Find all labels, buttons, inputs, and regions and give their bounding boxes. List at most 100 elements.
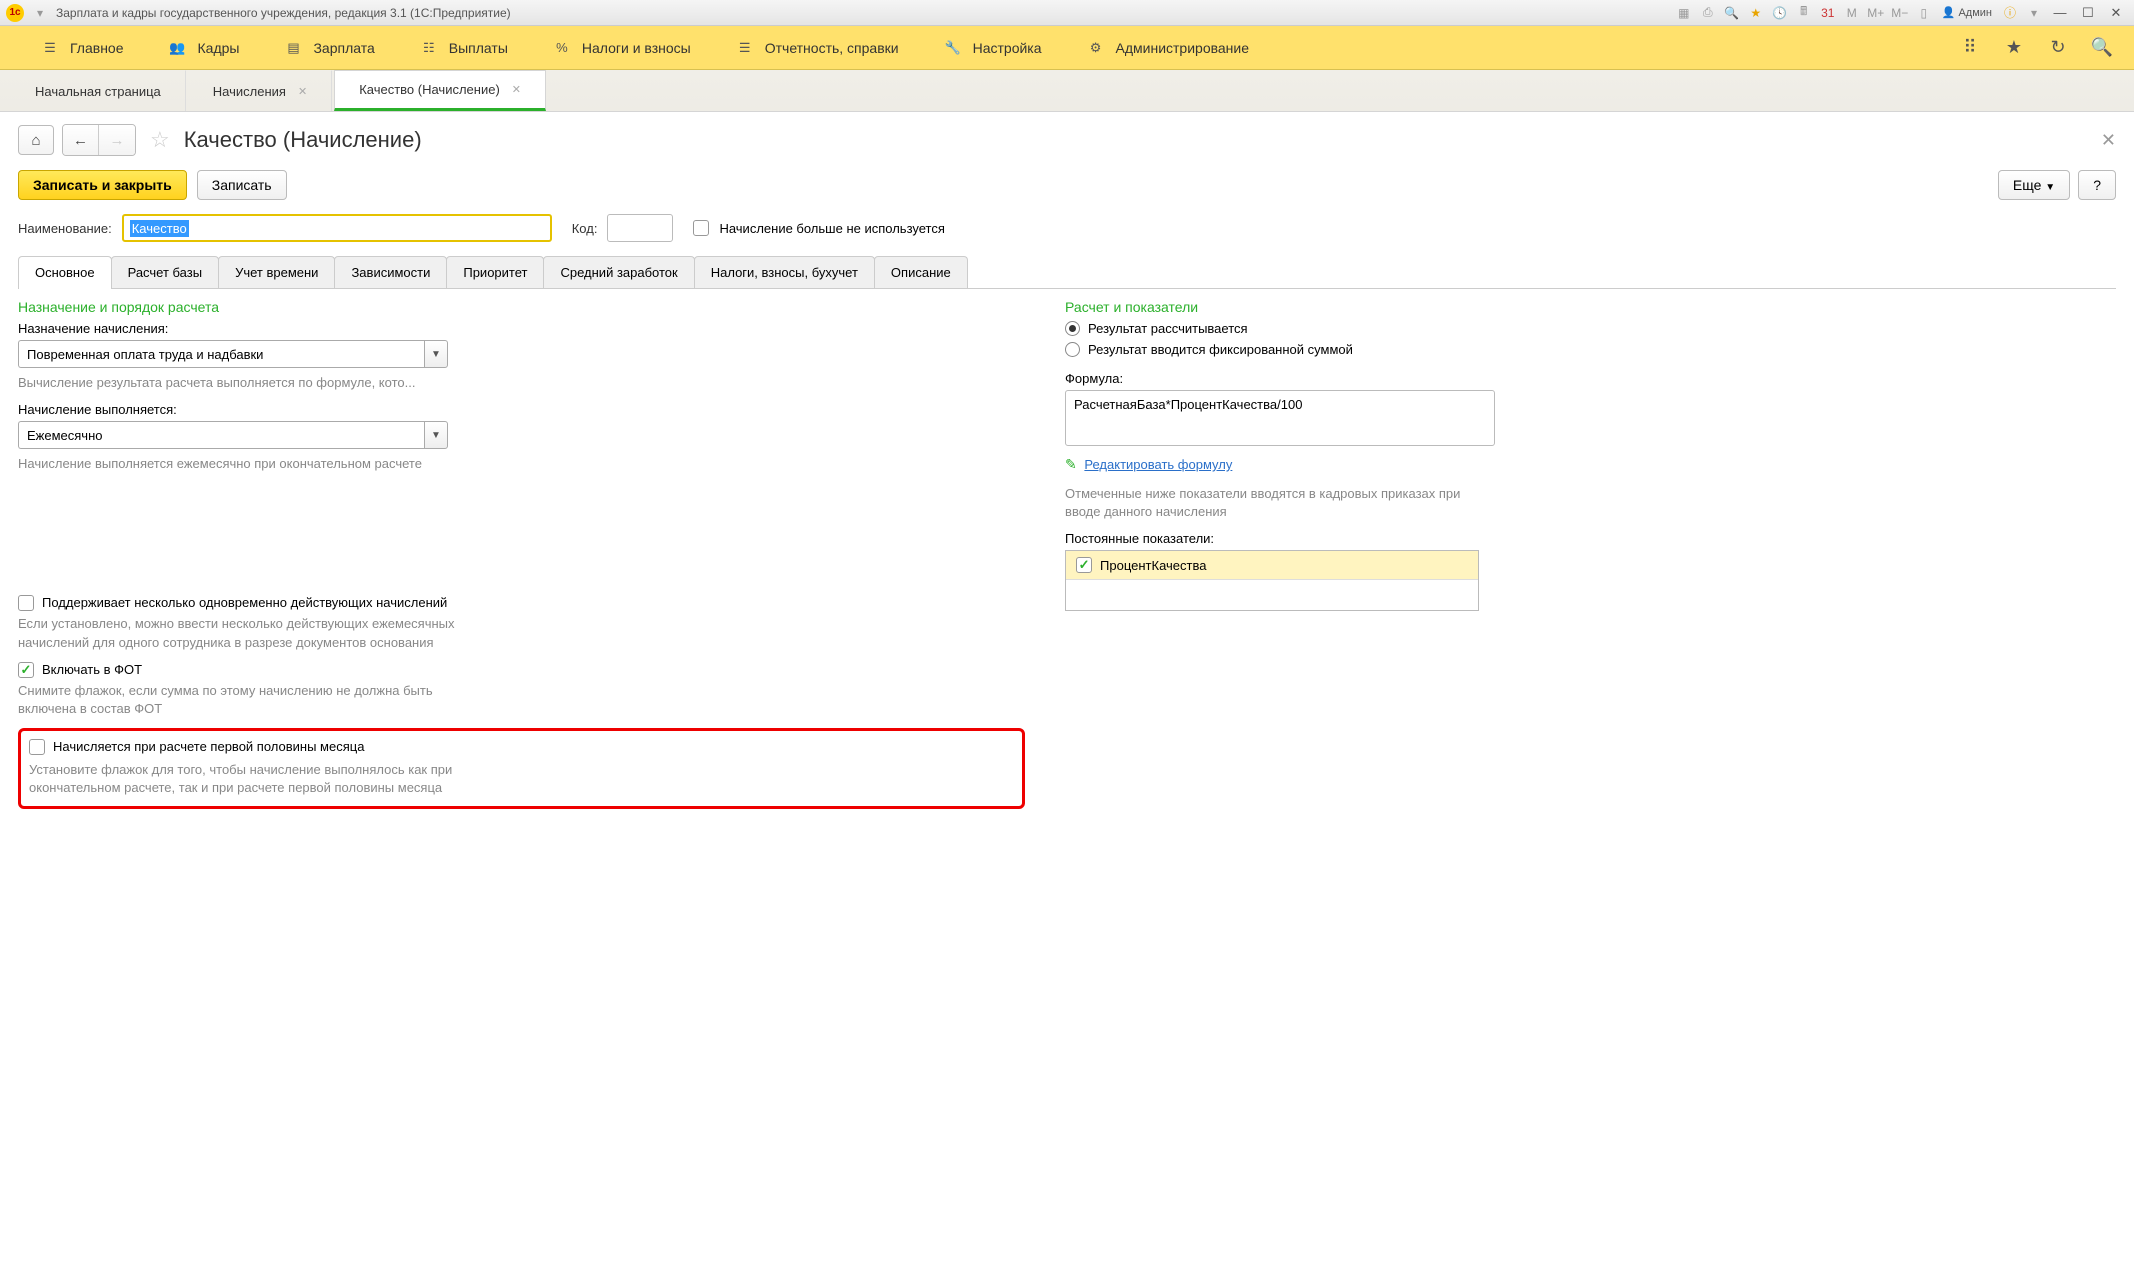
radio-calculated[interactable] bbox=[1065, 321, 1080, 336]
indicator-name: ПроцентКачества bbox=[1100, 558, 1206, 573]
multiple-label: Поддерживает несколько одновременно дейс… bbox=[42, 595, 447, 610]
formula-label: Формула: bbox=[1065, 371, 2072, 386]
maximize-button[interactable]: ☐ bbox=[2076, 3, 2100, 23]
perform-hint: Начисление выполняется ежемесячно при ок… bbox=[18, 455, 1025, 473]
report-icon: ☰ bbox=[735, 38, 755, 58]
app-logo-icon: 1c bbox=[6, 4, 24, 22]
fot-checkbox[interactable] bbox=[18, 662, 34, 678]
favorite-toggle[interactable]: ☆ bbox=[150, 127, 170, 153]
burger-menu[interactable]: ☰Главное bbox=[18, 32, 146, 64]
code-input[interactable] bbox=[607, 214, 673, 242]
tab-quality[interactable]: Качество (Начисление)✕ bbox=[334, 70, 546, 111]
subtab-time[interactable]: Учет времени bbox=[218, 256, 335, 288]
close-page-button[interactable]: ✕ bbox=[2101, 130, 2116, 151]
indicator-checkbox[interactable] bbox=[1076, 557, 1092, 573]
tab-accruals-close[interactable]: ✕ bbox=[298, 85, 307, 98]
info-icon[interactable]: ⓘ bbox=[2000, 4, 2020, 22]
forward-button[interactable]: → bbox=[99, 125, 135, 155]
subtab-avg[interactable]: Средний заработок bbox=[543, 256, 694, 288]
perform-combo[interactable]: ▼ bbox=[18, 421, 448, 449]
fot-label: Включать в ФОТ bbox=[42, 662, 142, 677]
subtab-desc[interactable]: Описание bbox=[874, 256, 968, 288]
subtab-taxes[interactable]: Налоги, взносы, бухучет bbox=[694, 256, 875, 288]
menu-dropdown-icon[interactable]: ▾ bbox=[2024, 4, 2044, 22]
menu-zarplata-label: Зарплата bbox=[313, 40, 374, 56]
favorite-icon[interactable]: ★ bbox=[1746, 4, 1766, 22]
search-icon[interactable]: 🔍 bbox=[2088, 34, 2116, 62]
minimize-button[interactable]: — bbox=[2048, 3, 2072, 23]
pencil-icon: ✎ bbox=[1065, 456, 1077, 472]
money-icon: ☷ bbox=[419, 38, 439, 58]
tab-accruals[interactable]: Начисления✕ bbox=[188, 70, 332, 111]
calendar-icon[interactable]: 31 bbox=[1818, 4, 1838, 22]
name-label: Наименование: bbox=[18, 221, 112, 236]
subtab-base[interactable]: Расчет базы bbox=[111, 256, 220, 288]
purpose-label: Назначение начисления: bbox=[18, 321, 1025, 336]
tb-icon-2[interactable]: ⎙ bbox=[1698, 4, 1718, 22]
m-minus-icon[interactable]: M− bbox=[1890, 4, 1910, 22]
radio-fixed[interactable] bbox=[1065, 342, 1080, 357]
help-button[interactable]: ? bbox=[2078, 170, 2116, 200]
section-purpose-title: Назначение и порядок расчета bbox=[18, 299, 1025, 315]
tb-icon-3[interactable]: 🔍 bbox=[1722, 4, 1742, 22]
tb-icon-1[interactable]: ▦ bbox=[1674, 4, 1694, 22]
app-title: Зарплата и кадры государственного учрежд… bbox=[56, 6, 511, 20]
menu-zarplata[interactable]: ▤Зарплата bbox=[261, 32, 396, 64]
perform-dropdown-icon[interactable]: ▼ bbox=[424, 421, 448, 449]
user-icon: 👤 bbox=[1942, 6, 1956, 19]
close-window-button[interactable]: ✕ bbox=[2104, 3, 2128, 23]
m-plus-icon[interactable]: M+ bbox=[1866, 4, 1886, 22]
purpose-combo[interactable]: ▼ bbox=[18, 340, 448, 368]
firsthalf-label: Начисляется при расчете первой половины … bbox=[53, 739, 364, 754]
menu-nalogi-label: Налоги и взносы bbox=[582, 40, 691, 56]
edit-formula-link[interactable]: Редактировать формулу bbox=[1084, 457, 1232, 472]
page-tabstrip: Начальная страница Начисления✕ Качество … bbox=[0, 70, 2134, 112]
back-button[interactable]: ← bbox=[63, 125, 99, 155]
purpose-input[interactable] bbox=[18, 340, 424, 368]
save-button[interactable]: Записать bbox=[197, 170, 287, 200]
left-column: Назначение и порядок расчета Назначение … bbox=[18, 299, 1025, 809]
menu-otchet-label: Отчетность, справки bbox=[765, 40, 899, 56]
subtab-main[interactable]: Основное bbox=[18, 256, 112, 288]
firsthalf-checkbox[interactable] bbox=[29, 739, 45, 755]
multiple-hint: Если установлено, можно ввести несколько… bbox=[18, 615, 458, 651]
history-icon[interactable]: ↻ bbox=[2044, 34, 2072, 62]
subtab-priority[interactable]: Приоритет bbox=[446, 256, 544, 288]
name-input[interactable]: Качество bbox=[122, 214, 552, 242]
m-icon[interactable]: M bbox=[1842, 4, 1862, 22]
indicator-list: ПроцентКачества bbox=[1065, 550, 1479, 611]
subtab-deps[interactable]: Зависимости bbox=[334, 256, 447, 288]
perform-input[interactable] bbox=[18, 421, 424, 449]
current-user[interactable]: 👤 Админ bbox=[1938, 6, 1996, 19]
formula-box[interactable]: РасчетнаяБаза*ПроцентКачества/100 bbox=[1065, 390, 1495, 446]
menu-otchet[interactable]: ☰ Отчетность, справки bbox=[713, 32, 921, 64]
page-title: Качество (Начисление) bbox=[184, 127, 2093, 153]
menu-nalogi[interactable]: %Налоги и взносы bbox=[530, 32, 713, 64]
panel-icon[interactable]: ▯ bbox=[1914, 4, 1934, 22]
user-name: Админ bbox=[1958, 7, 1992, 19]
menu-kadry[interactable]: 👥Кадры bbox=[146, 32, 262, 64]
unused-checkbox[interactable] bbox=[693, 220, 709, 236]
calc-icon[interactable]: 🖩 bbox=[1794, 4, 1814, 22]
star-icon[interactable]: ★ bbox=[2000, 34, 2028, 62]
indicator-row[interactable]: ПроцентКачества bbox=[1066, 551, 1478, 580]
more-button[interactable]: Еще ▼ bbox=[1998, 170, 2070, 200]
purpose-dropdown-icon[interactable]: ▼ bbox=[424, 340, 448, 368]
multiple-checkbox[interactable] bbox=[18, 595, 34, 611]
home-button[interactable]: ⌂ bbox=[18, 125, 54, 155]
wrench-icon: 🔧 bbox=[943, 38, 963, 58]
dropdown-icon[interactable]: ▾ bbox=[30, 4, 50, 22]
menu-admin[interactable]: ⚙Администрирование bbox=[1064, 32, 1272, 64]
apps-icon[interactable]: ⠿ bbox=[1956, 34, 1984, 62]
tab-start[interactable]: Начальная страница bbox=[10, 70, 186, 111]
tab-quality-close[interactable]: ✕ bbox=[512, 83, 521, 96]
people-icon: 👥 bbox=[168, 38, 188, 58]
menu-vyplaty[interactable]: ☷Выплаты bbox=[397, 32, 530, 64]
content-area: ⌂ ← → ☆ Качество (Начисление) ✕ Записать… bbox=[0, 112, 2134, 1263]
menu-nastroyka[interactable]: 🔧Настройка bbox=[921, 32, 1064, 64]
unused-label: Начисление больше не используется bbox=[719, 221, 944, 236]
burger-icon: ☰ bbox=[40, 38, 60, 58]
code-label: Код: bbox=[572, 221, 598, 236]
save-close-button[interactable]: Записать и закрыть bbox=[18, 170, 187, 200]
clock-icon[interactable]: 🕓 bbox=[1770, 4, 1790, 22]
